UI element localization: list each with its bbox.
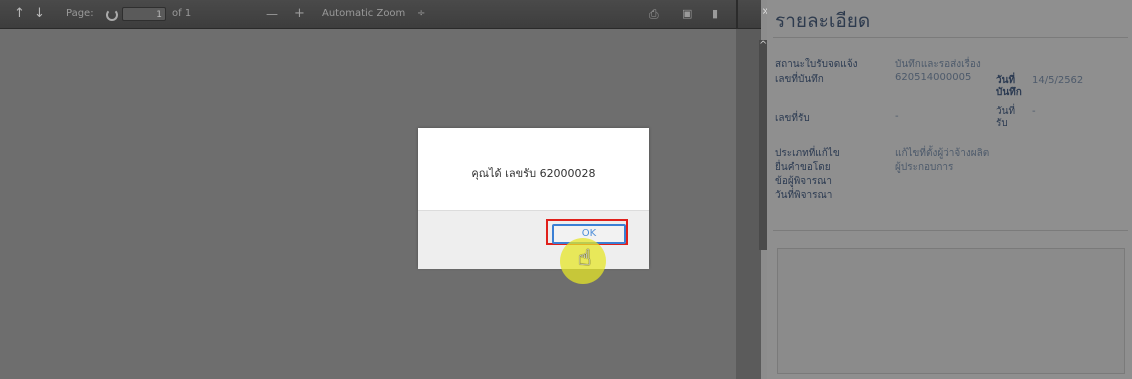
zoom-in-button[interactable]: + xyxy=(294,0,305,28)
receive-date-value: - xyxy=(1032,106,1036,117)
details-panel: รายละเอียด สถานะใบรับจดแจ้ง บันทึกและรอส… xyxy=(767,0,1132,379)
receive-number-label: เลขที่รับ xyxy=(775,113,810,124)
scrollbar-track[interactable] xyxy=(736,29,761,379)
page-count: of 1 xyxy=(172,8,192,19)
zoom-out-button[interactable]: — xyxy=(266,0,278,28)
panel-title: รายละเอียด xyxy=(775,10,871,32)
pdf-toolbar: ↑ ↓ Page: 1 of 1 — + Automatic Zoom ÷ ⎙ … xyxy=(0,0,761,29)
alert-dialog: คุณได้ เลขรับ 62000028 OK xyxy=(418,128,649,269)
edit-type-value: แก้ไขที่ตั้งผู้ว่าจ้างผลิต xyxy=(895,148,990,159)
record-date-value: 14/5/2562 xyxy=(1032,75,1084,86)
divider xyxy=(773,37,1128,38)
scrollbar-thumb[interactable] xyxy=(759,40,767,250)
page-number-input[interactable]: 1 xyxy=(122,7,166,21)
review-date-label: วันที่พิจารณา xyxy=(775,190,833,201)
dialog-message: คุณได้ เลขรับ 62000028 xyxy=(471,167,596,180)
print-icon[interactable]: ⎙ xyxy=(649,0,659,28)
edit-type-label: ประเภทที่แก้ไข xyxy=(775,148,840,159)
record-date-label: วันที่ บันทึก xyxy=(996,75,1022,98)
status-label: สถานะใบรับจดแจ้ง xyxy=(775,59,858,70)
submitted-by-label: ยื่นคำขอโดย xyxy=(775,162,831,173)
record-number-label: เลขที่บันทึก xyxy=(775,74,824,85)
zoom-select-arrow-icon[interactable]: ÷ xyxy=(417,0,425,28)
reviewer-label: ข้อผู้พิจารณา xyxy=(775,176,833,187)
record-number-value: 620514000005 xyxy=(895,72,972,83)
divider xyxy=(773,230,1128,231)
receive-date-label: วันที่ รับ xyxy=(996,106,1016,129)
hand-cursor-icon: ☝ xyxy=(578,246,592,271)
notes-textarea[interactable] xyxy=(777,248,1125,374)
submitted-by-value: ผู้ประกอบการ xyxy=(895,162,954,173)
dialog-footer: OK xyxy=(418,210,649,269)
loading-icon xyxy=(106,9,118,21)
zoom-select[interactable]: Automatic Zoom xyxy=(322,0,405,28)
previous-page-icon[interactable]: ↑ xyxy=(14,0,25,28)
next-page-icon[interactable]: ↓ xyxy=(34,0,45,28)
status-value: บันทึกและรอส่งเรื่อง xyxy=(895,59,981,70)
receive-number-value: - xyxy=(895,111,899,122)
bookmark-icon[interactable]: ▮ xyxy=(712,0,718,28)
download-icon[interactable]: ▣ xyxy=(682,0,692,28)
page-label: Page: xyxy=(66,8,94,19)
